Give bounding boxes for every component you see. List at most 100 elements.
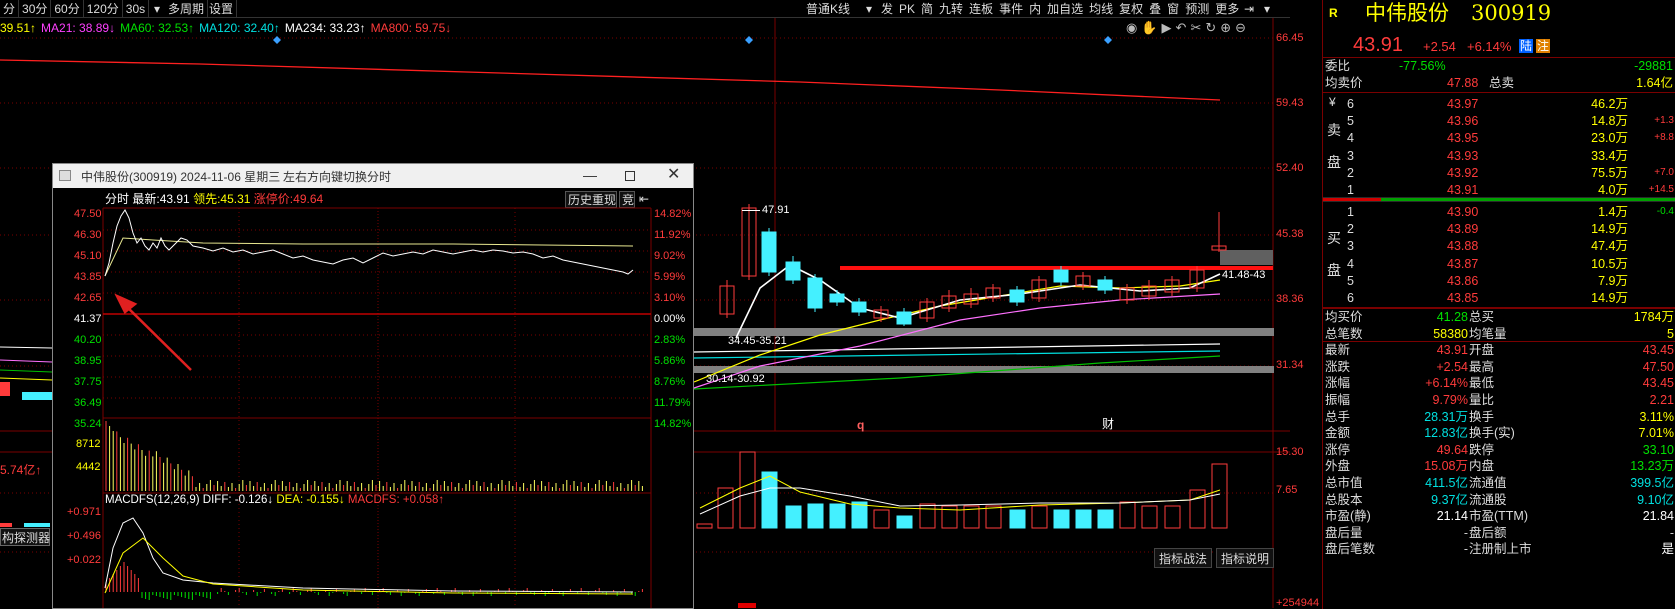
level-price: 43.95	[1447, 131, 1479, 146]
minimize-icon[interactable]: —	[583, 168, 597, 182]
price-axis-label: 59.43	[1276, 97, 1304, 109]
intraday-volume	[105, 421, 643, 491]
price-axis-label: 45.38	[1276, 228, 1304, 240]
ask-row[interactable]: 4 43.95 23.0万 +8.8	[1323, 129, 1675, 147]
toolbar-button[interactable]: 连板	[966, 0, 996, 18]
marker-q[interactable]: q	[857, 419, 864, 431]
event-marker	[273, 36, 281, 44]
level-label: 2	[1347, 165, 1354, 180]
period-tab[interactable]: 60分	[51, 0, 84, 18]
period-tab[interactable]: 30s	[123, 0, 150, 18]
intraday-chart[interactable]	[53, 188, 693, 608]
period-tab[interactable]: 120分	[84, 0, 123, 18]
stat-label: 总笔数	[1325, 326, 1363, 341]
bid-row[interactable]: 1 43.90 1.4万 -0.4	[1323, 203, 1675, 221]
marker-cai[interactable]: 财	[1102, 418, 1114, 430]
stat-label: 换手	[1469, 409, 1495, 424]
chart-type-select[interactable]: 普通K线	[806, 3, 850, 15]
level-label: 5	[1347, 114, 1354, 129]
bid-row[interactable]: 3 43.88 47.4万	[1323, 237, 1675, 255]
macd-value: MACDFS: +0.058↑	[347, 494, 445, 506]
ask-row[interactable]: 2 43.92 75.5万 +7.0	[1323, 164, 1675, 182]
level-price: 43.87	[1447, 256, 1479, 271]
volume-bar	[1009, 509, 1026, 529]
level-price: 43.96	[1447, 114, 1479, 129]
more-dropdown-icon[interactable]: ▾	[1264, 3, 1270, 15]
level-price: 43.97	[1447, 97, 1479, 111]
stat-value: 9.37亿	[1431, 492, 1468, 507]
avg-price-line	[104, 237, 634, 277]
settings-button[interactable]: 设置	[206, 0, 238, 18]
stat-label: 外盘	[1325, 459, 1351, 474]
popup-price-label: 35.24	[74, 418, 102, 430]
period-tab[interactable]: 30分	[19, 0, 52, 18]
level-volume: 33.4万	[1591, 148, 1628, 163]
period-tab[interactable]: 分	[0, 0, 20, 18]
bid-row[interactable]: 2 43.89 14.9万	[1323, 220, 1675, 238]
toolbar-button[interactable]: 叠	[1146, 0, 1164, 18]
toolbar-button[interactable]: 更多	[1212, 0, 1242, 18]
toolbar-button[interactable]: 事件	[996, 0, 1026, 18]
macd-diff: DIFF: -0.126↓	[202, 494, 274, 506]
macd-dea: DEA: -0.155↓	[276, 494, 345, 506]
popup-price-label: 47.50	[74, 208, 102, 220]
popup-price-label: 40.20	[74, 334, 102, 346]
scroll-marker	[738, 603, 756, 608]
multi-period-button[interactable]: 多周期	[165, 0, 209, 18]
bid-row[interactable]: 6 43.85 14.9万	[1323, 289, 1675, 307]
popup-title: 中伟股份(300919) 2024-11-06 星期三	[81, 170, 281, 184]
period-dropdown-icon[interactable]: ▾	[151, 0, 163, 18]
toolbar-button[interactable]: PK	[896, 0, 918, 18]
weicha-value: -29881	[1634, 59, 1673, 73]
stat-row: 金额 12.83亿 换手(实) 7.01%	[1323, 424, 1675, 442]
stat-label: 总市值	[1325, 476, 1363, 490]
intraday-popup: 中伟股份(300919) 2024-11-06 星期三 左右方向键切换分时 — …	[52, 163, 694, 609]
flag-icon[interactable]: ⇥	[1244, 3, 1254, 15]
volume-bar	[1097, 509, 1114, 529]
toolbar-button[interactable]: 复权	[1116, 0, 1146, 18]
indicator-strategy-button[interactable]: 指标战法	[1154, 548, 1212, 568]
popup-price-label: 36.49	[74, 397, 102, 409]
popup-titlebar[interactable]: 中伟股份(300919) 2024-11-06 星期三 左右方向键切换分时 — …	[53, 164, 693, 188]
macd-diff-line	[104, 517, 634, 593]
period-tabs: 分 30分 60分 120分 30s	[0, 0, 150, 18]
macd-title: MACDFS(12,26,9)	[105, 494, 200, 506]
toolbar-button[interactable]: 简	[918, 0, 936, 18]
popup-pct-label: 11.79%	[654, 397, 691, 409]
bid-row[interactable]: 4 43.87 10.5万	[1323, 255, 1675, 273]
toolbar-button[interactable]: 九转	[936, 0, 966, 18]
total-sell-value: 1.64亿	[1636, 76, 1673, 90]
ask-row[interactable]: 3 43.93 33.4万	[1323, 147, 1675, 165]
toolbar-button[interactable]: 发	[878, 0, 896, 18]
stat-label: 涨跌	[1325, 359, 1351, 374]
toolbar-button[interactable]: 均线	[1086, 0, 1116, 18]
ask-row[interactable]: 6 43.97 46.2万	[1323, 95, 1675, 113]
level-label: 1	[1347, 205, 1354, 219]
level-label: 3	[1347, 239, 1354, 254]
toolbar-button[interactable]: 加自选	[1044, 0, 1086, 18]
maximize-icon[interactable]	[625, 171, 635, 181]
indicator-help-button[interactable]: 指标说明	[1216, 548, 1274, 568]
stat-value: 9.79%	[1432, 393, 1468, 407]
stock-name: 中伟股份	[1365, 1, 1449, 25]
stat-label: 最低	[1469, 376, 1495, 391]
toolbar-button[interactable]: 窗	[1164, 0, 1182, 18]
ask-row[interactable]: 5 43.96 14.8万 +1.3	[1323, 112, 1675, 130]
candle	[807, 277, 823, 309]
bid-row[interactable]: 5 43.86 7.9万	[1323, 272, 1675, 290]
popup-volume-label: 4442	[76, 461, 101, 473]
level-label: 3	[1347, 148, 1354, 163]
toolbar-button[interactable]: 内	[1026, 0, 1044, 18]
toolbar-button[interactable]: 预测	[1182, 0, 1212, 18]
stat-value: 43.91	[1436, 343, 1468, 358]
stat-value: 41.28	[1436, 310, 1468, 324]
quote-stats: 均买价 41.28 总买 1784万 总笔数 58380 均笔量 5 最新 43.91 开盘 43.4…	[1323, 308, 1675, 608]
volume-bar	[1053, 509, 1070, 529]
candle	[851, 301, 867, 313]
volume-axis-label: 15.30	[1276, 446, 1304, 458]
level-volume: 1.4万	[1598, 205, 1628, 219]
detector-button[interactable]: 构探测器	[0, 528, 50, 546]
close-icon[interactable]: ✕	[667, 167, 680, 183]
chart-type-dropdown-icon[interactable]: ▾	[866, 3, 872, 15]
popup-price-label: 38.95	[74, 355, 102, 367]
